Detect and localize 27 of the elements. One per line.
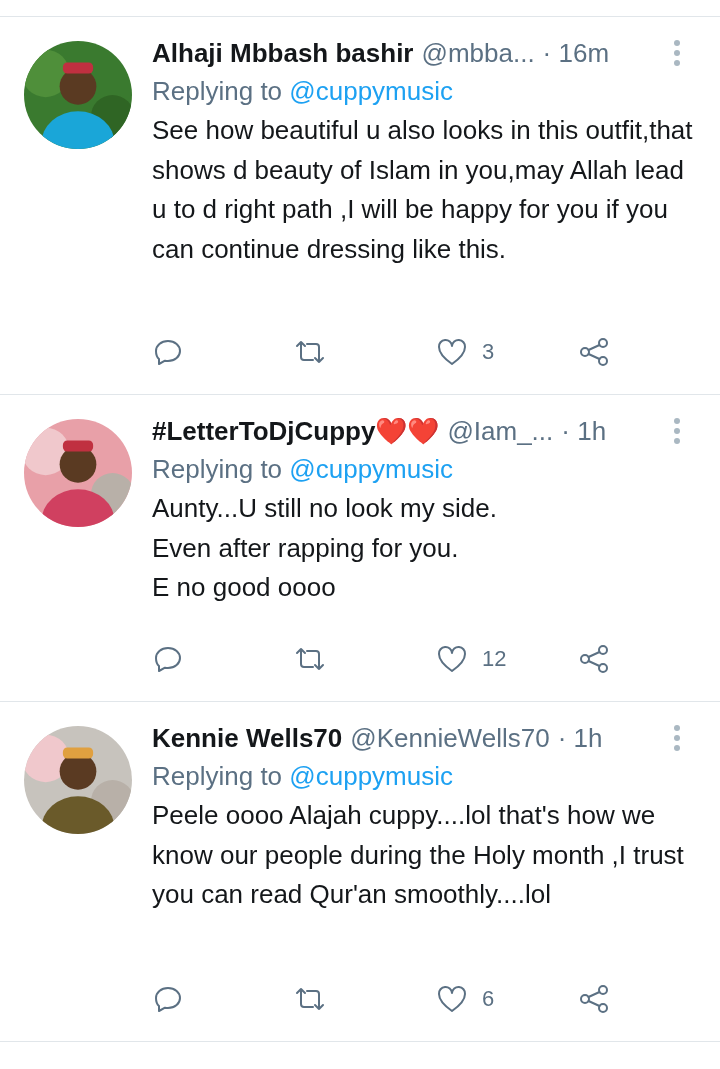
author-name[interactable]: #LetterToDjCuppy❤❤: [152, 413, 440, 449]
mention-link[interactable]: @cuppymusic: [289, 761, 453, 791]
like-count: 3: [482, 339, 495, 365]
author-handle[interactable]: @Iam_...: [447, 413, 554, 449]
timestamp: · 16m: [542, 37, 610, 70]
replying-to: Replying to @cuppymusic: [152, 760, 454, 793]
timestamp: · 1h: [557, 722, 603, 755]
replying-to: Replying to @cuppymusic: [152, 453, 454, 486]
tweet-text: Aunty...U still no look my side. Even after rapping for you. E no good oooo: [152, 492, 498, 604]
like-count: 6: [482, 986, 495, 1012]
tweet-text: Peele oooo Alajah cuppy....lol that's how we know our people during the Holy month ,I trust you can read Qur'an smoothly....lol: [152, 799, 685, 911]
mention-link[interactable]: @cuppymusic: [289, 454, 453, 484]
mention-link[interactable]: @cuppymusic: [289, 76, 453, 106]
tweet-text: See how beautiful u also looks in this outfit,that shows d beauty of Islam in you,may Allah lead u to d right path ,I will be happy for you if you can continue dressing like this.: [152, 114, 694, 266]
share-icon[interactable]: [578, 983, 610, 1015]
author-name[interactable]: Alhaji Mbbash bashir: [152, 35, 414, 71]
heart-icon[interactable]: [436, 983, 468, 1015]
like-count: 12: [482, 646, 507, 672]
share-icon[interactable]: [578, 643, 610, 675]
replying-to: Replying to @cuppymusic: [152, 75, 454, 108]
share-icon[interactable]: [578, 336, 610, 368]
author-handle[interactable]: @KennieWells70: [350, 720, 550, 756]
heart-icon[interactable]: [436, 336, 468, 368]
author-handle[interactable]: @mbba...: [421, 35, 535, 71]
author-name[interactable]: Kennie Wells70: [152, 720, 343, 756]
heart-icon[interactable]: [436, 643, 468, 675]
timestamp: · 1h: [561, 415, 607, 448]
